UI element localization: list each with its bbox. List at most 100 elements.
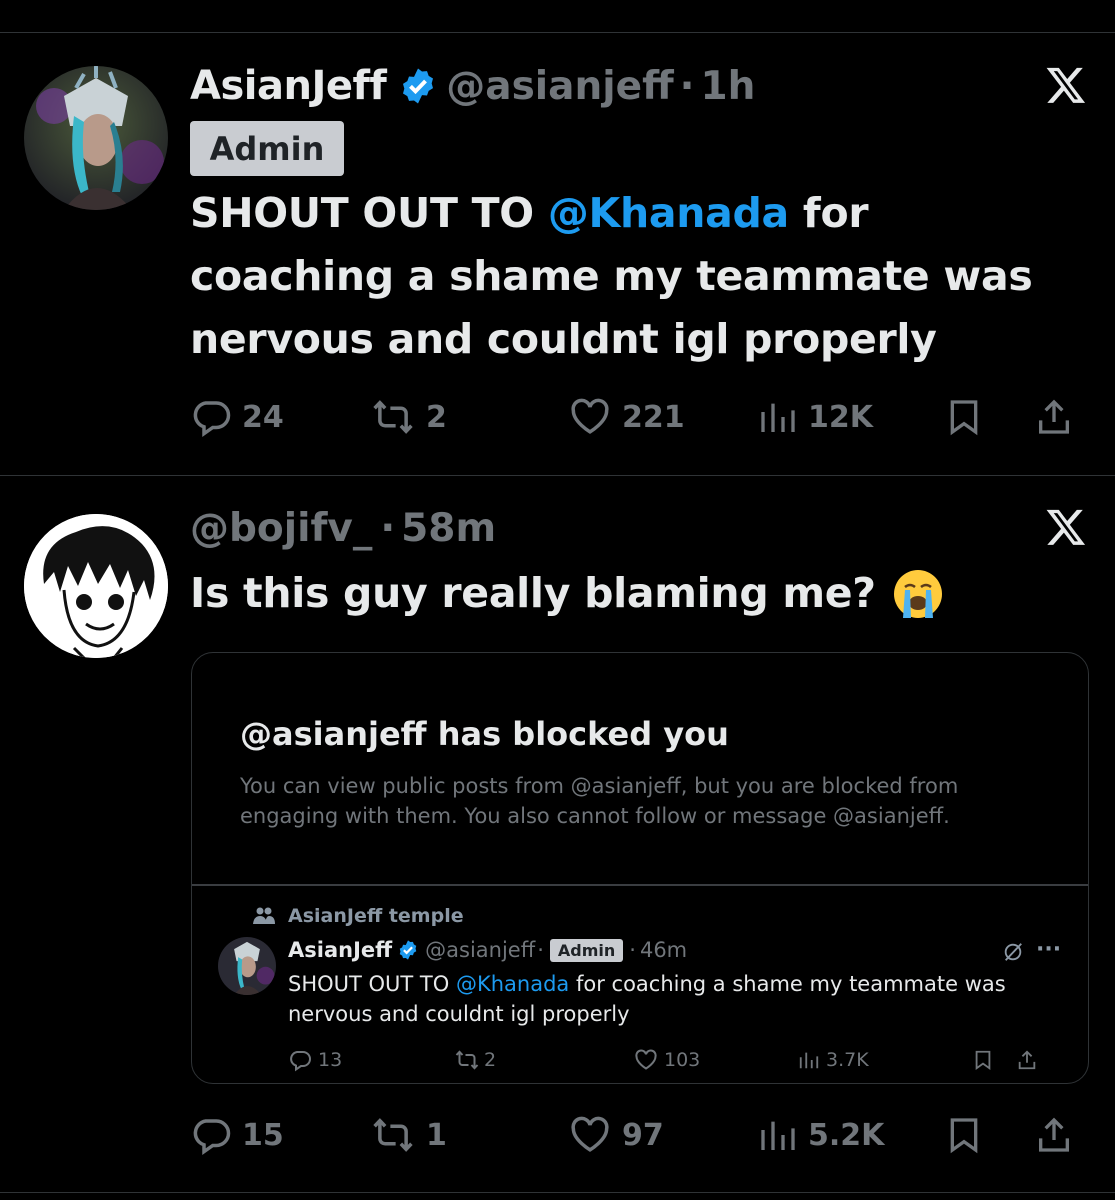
post2-reply-button[interactable]: 15	[190, 1114, 370, 1156]
bookmark-icon	[950, 1118, 978, 1154]
like-icon	[571, 1116, 609, 1152]
post1-views-count: 12K	[808, 399, 873, 435]
quoted-dot-2: ·	[629, 938, 636, 962]
post-divider	[0, 475, 1115, 476]
quoted-reply-count: 13	[318, 1049, 343, 1071]
blocked-description: You can view public posts from @asianjef…	[240, 774, 959, 828]
loudly-crying-face-icon	[892, 568, 944, 620]
quoted-header: AsianJeff @asianjeff · Admin · 46m	[288, 938, 687, 962]
post2-share-button[interactable]	[1034, 1114, 1074, 1156]
post1-views-button[interactable]: 12K	[758, 396, 944, 438]
share-icon	[1018, 1050, 1036, 1070]
reply-icon	[193, 1119, 231, 1155]
avatar-asianjeff[interactable]	[24, 66, 168, 210]
reply-icon	[193, 401, 231, 437]
grok-icon[interactable]	[1002, 941, 1024, 967]
quoted-handle[interactable]: @asianjeff	[425, 938, 535, 962]
verified-badge-icon	[397, 939, 419, 961]
bottom-divider	[0, 1192, 1115, 1193]
post2-bookmark-button[interactable]	[944, 1114, 1034, 1156]
post1-bookmark-button[interactable]	[944, 396, 1034, 438]
bookmark-icon	[950, 400, 978, 436]
post2-dot-separator: ·	[380, 505, 396, 551]
avatar-bojifv[interactable]	[24, 514, 168, 658]
quoted-author-name[interactable]: AsianJeff	[288, 938, 392, 962]
quote-separator	[192, 884, 1088, 886]
quoted-time[interactable]: 46m	[640, 938, 687, 962]
quoted-avatar[interactable]	[218, 937, 276, 995]
post1-handle[interactable]: @asianjeff	[446, 64, 673, 109]
repost-icon	[373, 1118, 413, 1152]
post2-reply-count: 15	[242, 1117, 284, 1153]
post1-repost-count: 2	[426, 399, 447, 435]
more-icon[interactable]: ···	[1036, 937, 1061, 962]
post1-text-prefix: SHOUT OUT TO	[190, 189, 548, 237]
quoted-like-button[interactable]: 103	[634, 1048, 798, 1072]
post1-share-button[interactable]	[1034, 396, 1074, 438]
post1-like-button[interactable]: 221	[568, 396, 758, 438]
post2-repost-button[interactable]: 1	[370, 1114, 568, 1156]
post2-handle[interactable]: @bojifv_	[190, 506, 372, 551]
post2-header: @bojifv_ · 58m	[190, 498, 496, 558]
post1-mention-link[interactable]: @Khanada	[548, 189, 789, 237]
x-logo-icon	[1044, 64, 1088, 110]
post2-views-count: 5.2K	[808, 1117, 885, 1153]
post2-text-content: Is this guy really blaming me?	[190, 569, 876, 617]
share-icon	[1039, 1117, 1069, 1152]
quoted-mention-link[interactable]: @Khanada	[456, 972, 569, 996]
quoted-text-prefix: SHOUT OUT TO	[288, 972, 456, 996]
quoted-repost-count: 2	[484, 1049, 497, 1071]
post1-reply-count: 24	[242, 399, 284, 435]
post2-like-count: 97	[622, 1117, 664, 1153]
post1-like-count: 221	[622, 399, 685, 435]
repost-icon	[455, 1050, 479, 1070]
views-icon	[761, 403, 795, 432]
quoted-actions: 13 2 103 3.7K	[288, 1048, 1066, 1072]
post2-views-button[interactable]: 5.2K	[758, 1114, 944, 1156]
verified-badge-icon	[398, 66, 438, 106]
quoted-admin-badge: Admin	[549, 938, 624, 962]
quoted-card[interactable]: @asianjeff has blocked you You can view …	[191, 652, 1089, 1084]
community-label[interactable]: AsianJeff temple	[252, 905, 464, 927]
post1-actions: 24 2 221 12K	[190, 394, 1091, 440]
repost-icon	[373, 400, 413, 434]
bookmark-icon	[975, 1050, 991, 1071]
post1-repost-button[interactable]: 2	[370, 396, 568, 438]
share-icon	[1039, 399, 1069, 434]
post2-repost-count: 1	[426, 1117, 447, 1153]
post1-text-line1: SHOUT OUT TO @Khanada for	[190, 182, 1090, 245]
top-divider	[0, 32, 1115, 33]
community-name: AsianJeff temple	[288, 905, 464, 927]
community-icon	[253, 907, 275, 924]
reply-icon	[290, 1051, 311, 1072]
post1-header: AsianJeff @asianjeff · 1h	[190, 56, 755, 116]
post1-time[interactable]: 1h	[701, 64, 756, 109]
quoted-text: SHOUT OUT TO @Khanada for coaching a sha…	[288, 969, 1068, 1029]
post1-author-name[interactable]: AsianJeff	[190, 63, 387, 109]
post2-text: Is this guy really blaming me? 😭	[190, 562, 944, 625]
blocked-title: @asianjeff has blocked you	[240, 715, 729, 753]
post1-text-line2: coaching a shame my teammate was	[190, 252, 1033, 300]
quoted-reply-button[interactable]: 13	[288, 1048, 454, 1072]
post2-time[interactable]: 58m	[401, 506, 496, 551]
post1-text-line3: nervous and couldnt igl properly	[190, 315, 937, 363]
quoted-like-count: 103	[664, 1049, 701, 1071]
like-icon	[635, 1049, 657, 1070]
quoted-repost-button[interactable]: 2	[454, 1048, 634, 1072]
post1-dot-separator: ·	[679, 63, 695, 109]
post2-actions: 15 1 97 5.2K	[190, 1112, 1091, 1158]
x-logo-icon	[1044, 506, 1088, 552]
post2-like-button[interactable]: 97	[568, 1114, 758, 1156]
post1-text: SHOUT OUT TO @Khanada for coaching a sha…	[190, 182, 1090, 371]
post1-admin-badge: Admin	[190, 121, 344, 176]
quoted-dot: ·	[537, 938, 544, 962]
quoted-views-count: 3.7K	[826, 1049, 869, 1071]
quoted-views-button[interactable]: 3.7K	[798, 1048, 972, 1072]
views-icon	[799, 1052, 819, 1069]
like-icon	[571, 398, 609, 434]
views-icon	[761, 1121, 795, 1150]
quoted-share-button[interactable]	[1016, 1048, 1038, 1072]
quoted-bookmark-button[interactable]	[972, 1048, 1016, 1072]
post1-text-suffix: for	[788, 189, 869, 237]
post1-reply-button[interactable]: 24	[190, 396, 370, 438]
